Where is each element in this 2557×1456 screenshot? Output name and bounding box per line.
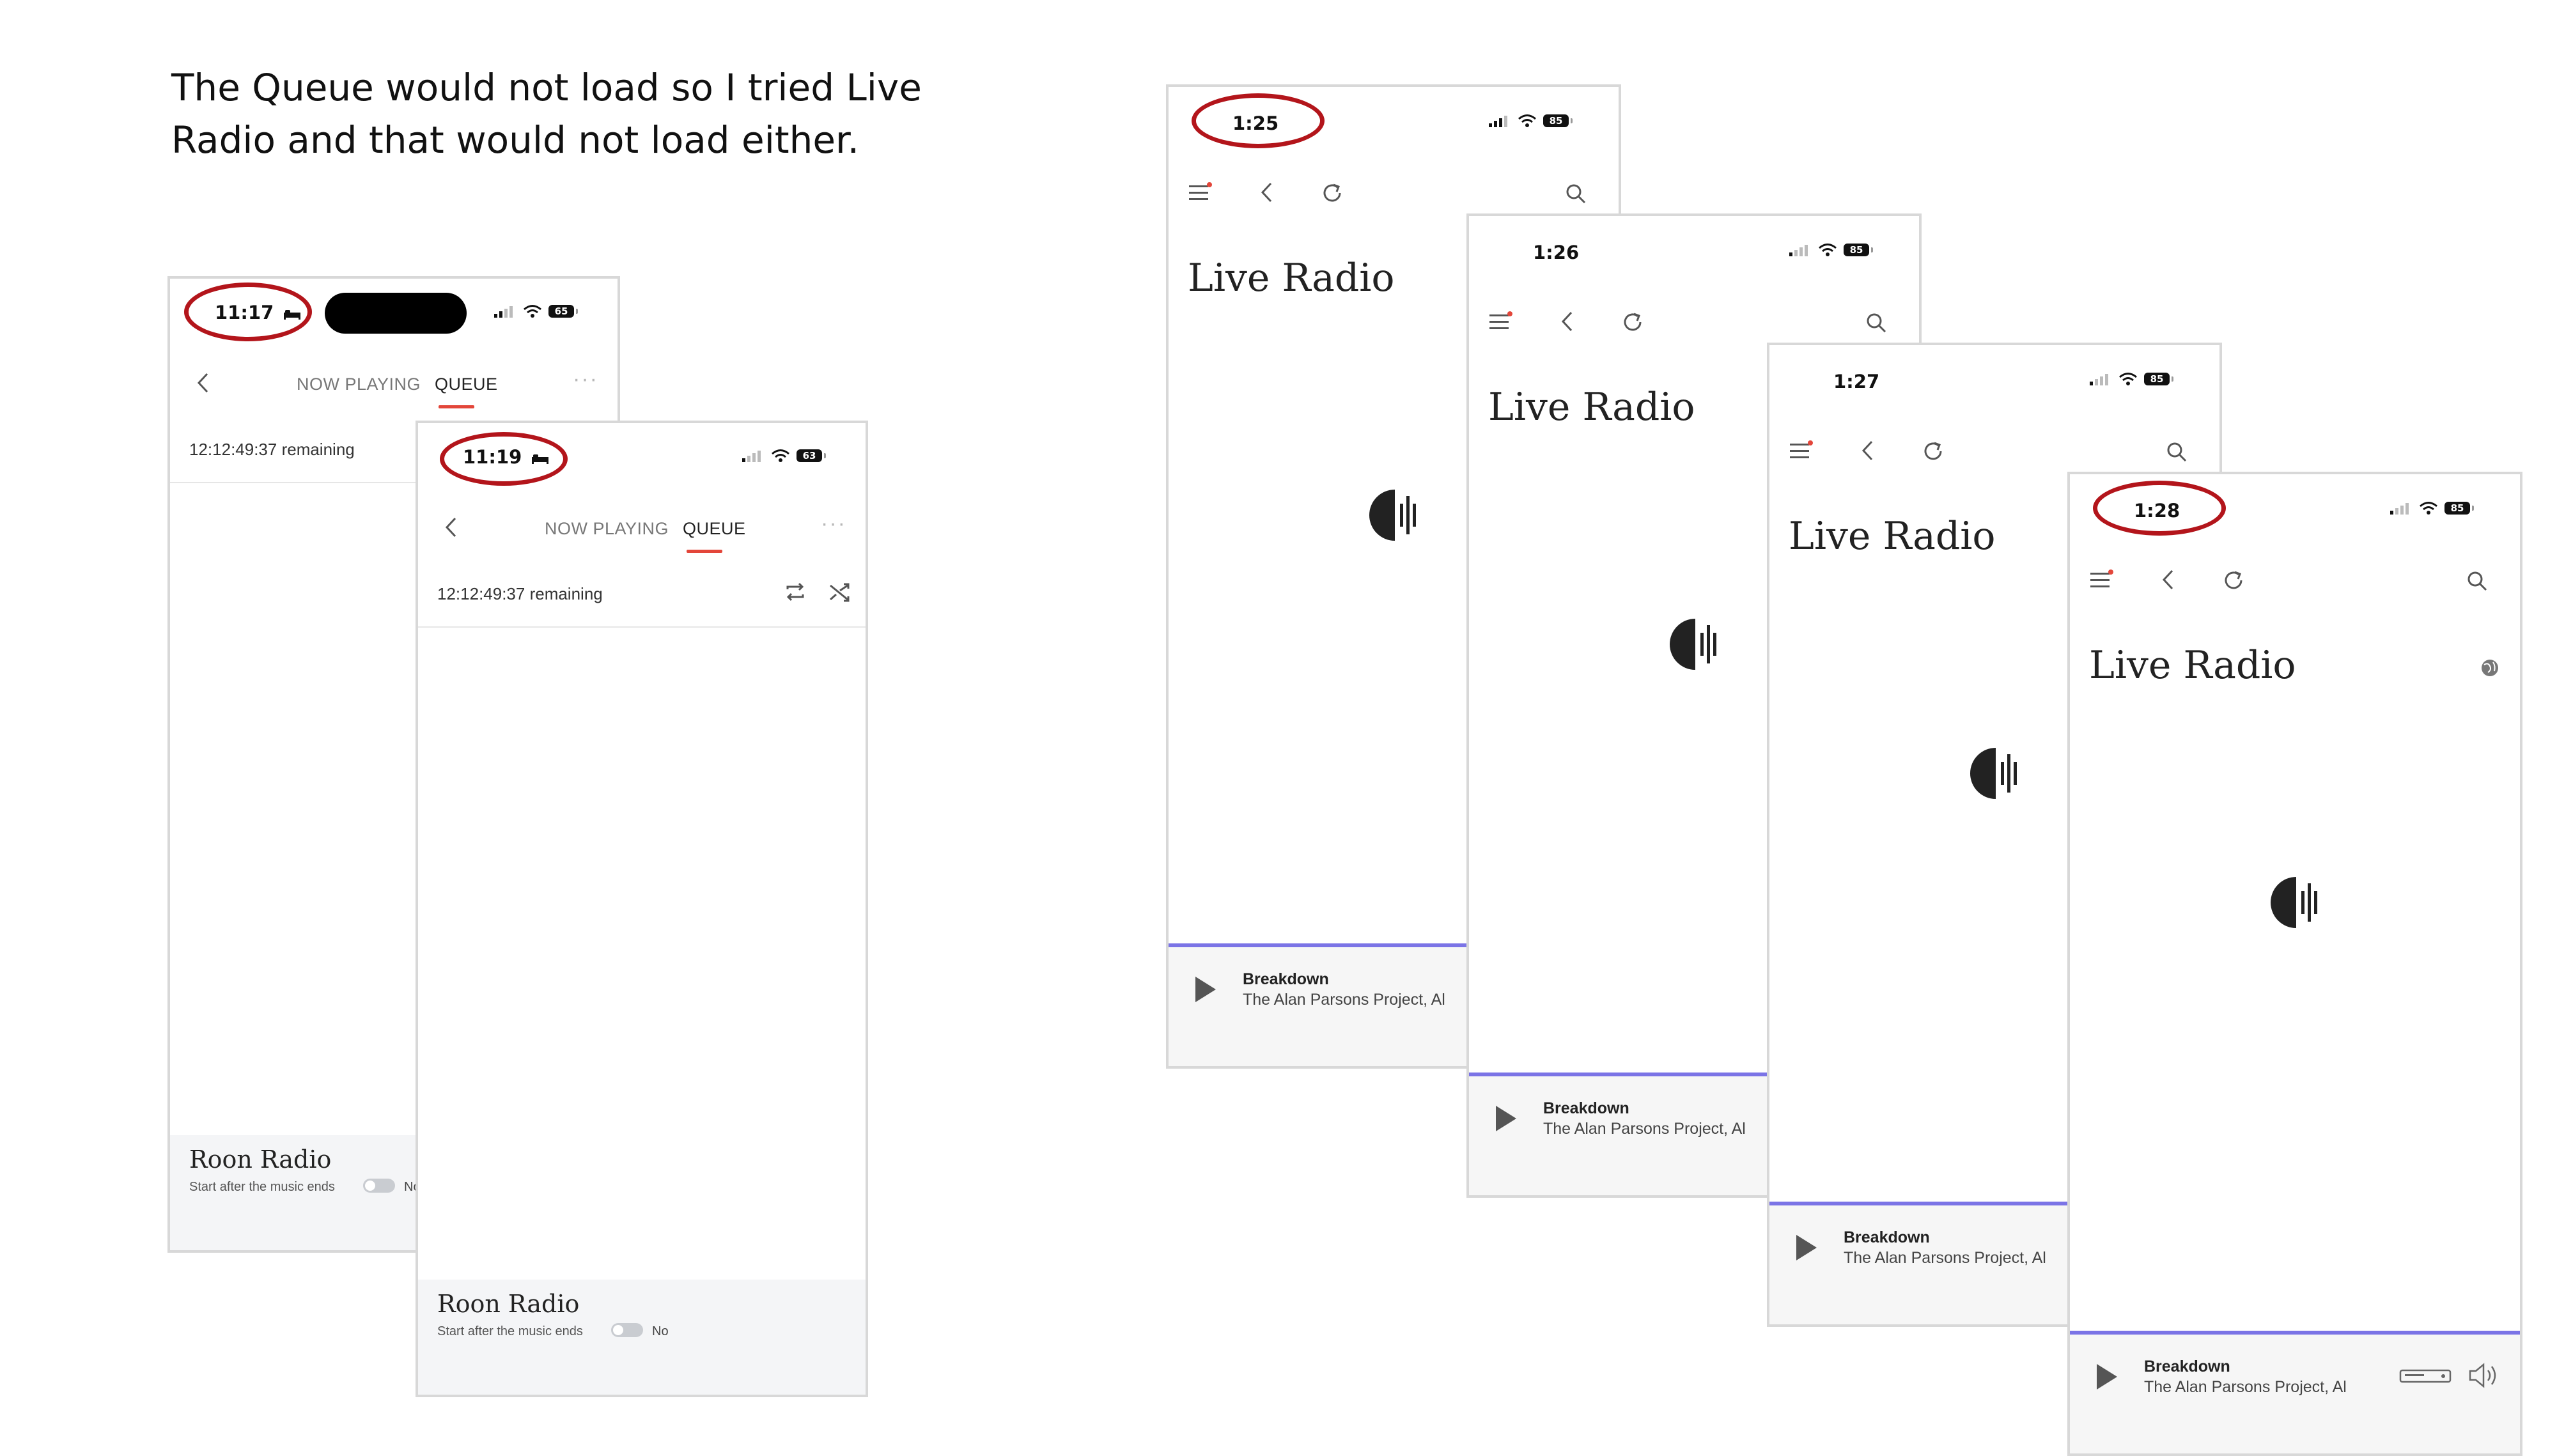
roon-radio-title: Roon Radio [189, 1145, 332, 1173]
wifi-icon [524, 305, 541, 318]
tab-now-playing[interactable]: NOW PLAYING [545, 519, 669, 539]
signal-icon [2390, 503, 2409, 515]
roon-radio-toggle[interactable] [363, 1179, 395, 1193]
status-indicators: 85 [2390, 501, 2474, 515]
globe-icon[interactable] [2479, 657, 2501, 679]
highlight-oval [440, 432, 568, 486]
artist-fade [2343, 1373, 2382, 1398]
signal-icon [494, 306, 513, 318]
queue-remaining-time: 12:12:49:37 remaining [189, 440, 355, 459]
search-icon[interactable] [1565, 183, 1587, 205]
chevron-left-icon[interactable] [1560, 311, 1575, 332]
wifi-icon [2420, 502, 2437, 515]
hamburger-menu-icon[interactable] [1188, 182, 1213, 203]
status-indicators: 65 [494, 304, 578, 318]
search-icon[interactable] [2466, 570, 2488, 592]
highlight-oval [2093, 481, 2226, 536]
chevron-left-icon[interactable] [444, 516, 459, 538]
roon-radio-toggle-label: No [652, 1324, 669, 1338]
play-icon[interactable] [1193, 974, 1218, 1005]
track-title: Breakdown [2144, 1358, 2230, 1375]
status-indicators: 85 [1789, 243, 1873, 257]
hamburger-menu-icon[interactable] [1488, 311, 1514, 332]
signal-icon [2090, 374, 2108, 385]
search-icon[interactable] [2166, 441, 2188, 463]
refresh-icon[interactable] [1922, 440, 1945, 463]
track-title: Breakdown [1243, 970, 1329, 988]
refresh-icon[interactable] [1321, 182, 1344, 205]
caption-text: The Queue would not load so I tried Live… [171, 66, 922, 162]
track-title: Breakdown [1543, 1099, 1629, 1117]
roon-radio-title: Roon Radio [437, 1290, 580, 1318]
track-artist: The Alan Parsons Project, Al [1844, 1249, 2046, 1267]
device-icon[interactable] [2398, 1367, 2452, 1386]
chevron-left-icon[interactable] [2161, 569, 2176, 591]
wifi-icon [1819, 244, 1837, 256]
chevron-left-icon[interactable] [1259, 182, 1275, 203]
track-artist: The Alan Parsons Project, Al [1243, 991, 1445, 1009]
battery-indicator: 85 [1543, 114, 1573, 127]
signal-icon [1489, 116, 1507, 127]
track-title: Breakdown [1844, 1228, 1930, 1246]
roon-radio-subtitle: Start after the music ends [189, 1180, 335, 1194]
battery-indicator: 85 [2444, 502, 2474, 515]
page-title: Live Radio [2089, 643, 2296, 688]
track-artist: The Alan Parsons Project, Al [1543, 1120, 1746, 1138]
play-icon[interactable] [1794, 1232, 1819, 1263]
more-options-button[interactable]: ··· [821, 511, 846, 536]
signal-icon [742, 451, 761, 462]
refresh-icon[interactable] [1621, 311, 1644, 334]
wifi-icon [2119, 373, 2137, 385]
status-time: 1:26 [1533, 242, 1580, 263]
roon-radio-subtitle: Start after the music ends [437, 1324, 583, 1338]
play-icon[interactable] [2094, 1361, 2120, 1392]
hamburger-menu-icon[interactable] [1789, 440, 1814, 461]
battery-indicator: 85 [1844, 244, 1873, 256]
roon-loading-icon [1670, 619, 1716, 670]
live-radio-screen-4: 1:28 85 Live Radio Breakdown The Alan Pa… [2067, 472, 2522, 1456]
signal-icon [1789, 245, 1808, 256]
repeat-icon[interactable] [782, 579, 808, 605]
status-indicators: 85 [2089, 372, 2173, 386]
wifi-icon [772, 449, 789, 462]
dynamic-island [325, 293, 467, 334]
shuffle-icon[interactable] [827, 579, 853, 605]
tab-queue[interactable]: QUEUE [435, 375, 498, 394]
more-options-button[interactable]: ··· [573, 367, 598, 392]
page-title: Live Radio [1188, 256, 1395, 300]
battery-indicator: 63 [797, 449, 826, 462]
roon-loading-icon [2271, 877, 2317, 928]
battery-indicator: 65 [548, 305, 578, 318]
roon-radio-toggle[interactable] [611, 1323, 643, 1337]
chevron-left-icon[interactable] [1860, 440, 1876, 461]
queue-remaining-time: 12:12:49:37 remaining [437, 584, 603, 603]
queue-screen-2: 11:19 63 NOW PLAYING QUEUE ··· 12:12:49:… [416, 421, 868, 1397]
status-time: 1:27 [1833, 371, 1880, 392]
highlight-oval [184, 283, 312, 341]
roon-loading-icon [1369, 490, 1416, 541]
highlight-oval [1192, 93, 1325, 148]
divider [418, 626, 866, 628]
queue-tab-underline [439, 405, 474, 408]
search-icon[interactable] [1865, 312, 1887, 334]
volume-icon[interactable] [2468, 1361, 2502, 1390]
tab-now-playing[interactable]: NOW PLAYING [297, 375, 421, 394]
refresh-icon[interactable] [2222, 569, 2245, 592]
status-indicators: 85 [1488, 114, 1573, 128]
roon-loading-icon [1970, 748, 2017, 799]
battery-indicator: 85 [2144, 373, 2173, 385]
wifi-icon [1518, 114, 1536, 127]
queue-tab-underline [687, 550, 722, 553]
page-title: Live Radio [1789, 514, 1996, 559]
page-title: Live Radio [1488, 385, 1695, 430]
status-indicators: 63 [742, 449, 826, 463]
roon-radio-panel: Roon Radio Start after the music ends No [418, 1280, 866, 1395]
hamburger-menu-icon[interactable] [2089, 569, 2115, 591]
chevron-left-icon[interactable] [196, 372, 211, 394]
play-icon[interactable] [1493, 1103, 1519, 1134]
tab-queue[interactable]: QUEUE [683, 519, 746, 539]
